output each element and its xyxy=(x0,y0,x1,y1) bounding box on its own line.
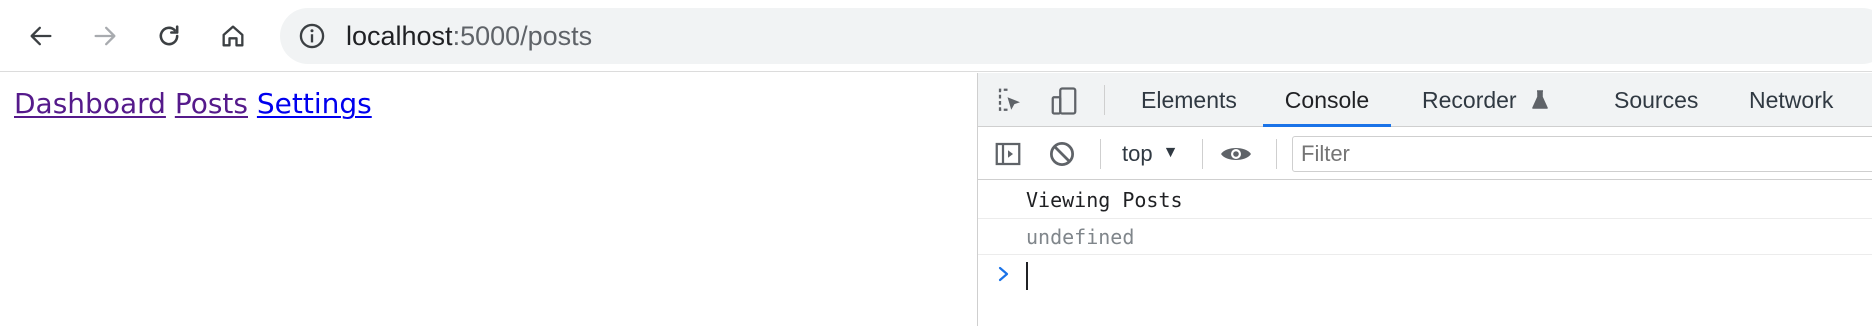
context-selector[interactable]: top ▼ xyxy=(1122,138,1178,170)
tab-console[interactable]: Console xyxy=(1263,73,1391,127)
page-viewport: Dashboard Posts Settings xyxy=(0,73,977,326)
console-log-message: Viewing Posts xyxy=(978,181,1872,219)
arrow-right-icon xyxy=(94,26,116,46)
devtools-panel: Elements Console Recorder Sources Networ… xyxy=(977,73,1872,326)
console-result-message: undefined xyxy=(978,219,1872,255)
clear-console-button[interactable] xyxy=(1046,138,1078,170)
tab-sources[interactable]: Sources xyxy=(1614,73,1698,127)
devtools-tabbar: Elements Console Recorder Sources Networ… xyxy=(978,73,1872,127)
console-toolbar: top ▼ xyxy=(978,128,1872,180)
url-host: localhost xyxy=(346,21,453,51)
live-expression-button[interactable] xyxy=(1218,138,1254,170)
browser-toolbar: localhost:5000/posts xyxy=(0,0,1872,72)
settings-link[interactable]: Settings xyxy=(257,87,372,120)
tab-elements[interactable]: Elements xyxy=(1141,73,1237,127)
console-prompt[interactable] xyxy=(978,255,1872,299)
toolbar-divider xyxy=(1104,85,1105,115)
sidebar-toggle-icon xyxy=(995,142,1021,166)
eye-icon xyxy=(1221,148,1251,160)
url-path: :5000/posts xyxy=(452,21,593,51)
url-text[interactable]: localhost:5000/posts xyxy=(346,8,592,64)
tab-network[interactable]: Network xyxy=(1749,73,1833,127)
console-divider-3 xyxy=(1276,139,1277,169)
text-caret xyxy=(1026,262,1028,290)
show-sidebar-button[interactable] xyxy=(992,138,1024,170)
arrow-left-icon xyxy=(30,26,52,46)
console-divider-2 xyxy=(1202,139,1203,169)
home-button[interactable] xyxy=(212,15,254,57)
context-label: top xyxy=(1122,141,1153,166)
home-icon xyxy=(222,25,244,47)
address-bar[interactable]: localhost:5000/posts xyxy=(280,8,1872,64)
inspect-element-button[interactable] xyxy=(994,85,1026,117)
flask-icon xyxy=(1532,90,1548,109)
reload-button[interactable] xyxy=(148,15,190,57)
device-toolbar-button[interactable] xyxy=(1048,85,1080,117)
page-nav: Dashboard Posts Settings xyxy=(14,87,372,120)
back-button[interactable] xyxy=(20,15,62,57)
console-divider-1 xyxy=(1100,139,1101,169)
clear-icon xyxy=(1050,142,1074,166)
dropdown-arrow-icon: ▼ xyxy=(1162,144,1179,162)
tab-recorder-label: Recorder xyxy=(1422,87,1517,113)
forward-button[interactable] xyxy=(84,15,126,57)
inspect-icon xyxy=(998,88,1020,111)
device-icon xyxy=(1051,87,1077,115)
filter-input[interactable] xyxy=(1292,136,1872,172)
posts-link[interactable]: Posts xyxy=(175,87,248,120)
tab-recorder[interactable]: Recorder xyxy=(1422,73,1549,127)
dashboard-link[interactable]: Dashboard xyxy=(14,87,166,120)
chevron-right-icon xyxy=(998,266,1009,282)
info-icon[interactable] xyxy=(298,22,326,50)
reload-icon xyxy=(159,25,179,46)
